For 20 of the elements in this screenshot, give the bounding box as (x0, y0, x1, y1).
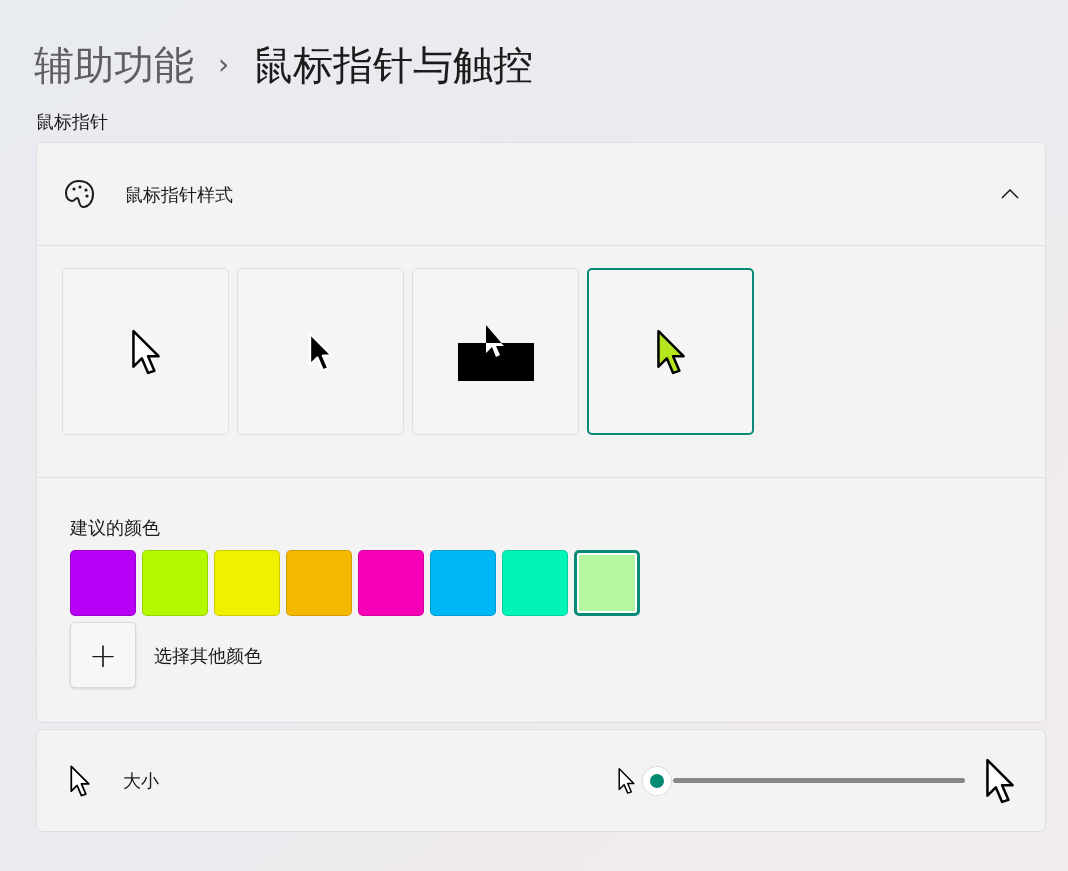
outline-pointer-icon (130, 328, 161, 375)
suggested-colors-label: 建议的颜色 (70, 516, 161, 540)
slider-thumb[interactable] (643, 766, 671, 795)
pointer-icon (69, 764, 91, 797)
pointer-style-header[interactable]: 鼠标指针样式 (37, 143, 1045, 245)
page-title: 鼠标指针与触控 (253, 41, 534, 90)
breadcrumb-separator: › (218, 47, 230, 83)
custom-pointer-icon (655, 328, 686, 375)
solid-pointer-icon (307, 331, 334, 372)
add-color-button[interactable]: + (70, 622, 136, 688)
section-label: 鼠标指针 (35, 110, 109, 134)
breadcrumb-parent[interactable]: 辅助功能 (34, 35, 194, 95)
pointer-style-title: 鼠标指针样式 (125, 182, 234, 207)
add-color-label: 选择其他颜色 (154, 643, 262, 668)
palette-icon (63, 178, 95, 210)
color-swatch[interactable] (574, 550, 640, 616)
chevron-up-icon[interactable] (1001, 189, 1019, 199)
size-label: 大小 (123, 769, 160, 793)
small-pointer-icon (618, 766, 635, 795)
large-pointer-icon (985, 757, 1015, 804)
